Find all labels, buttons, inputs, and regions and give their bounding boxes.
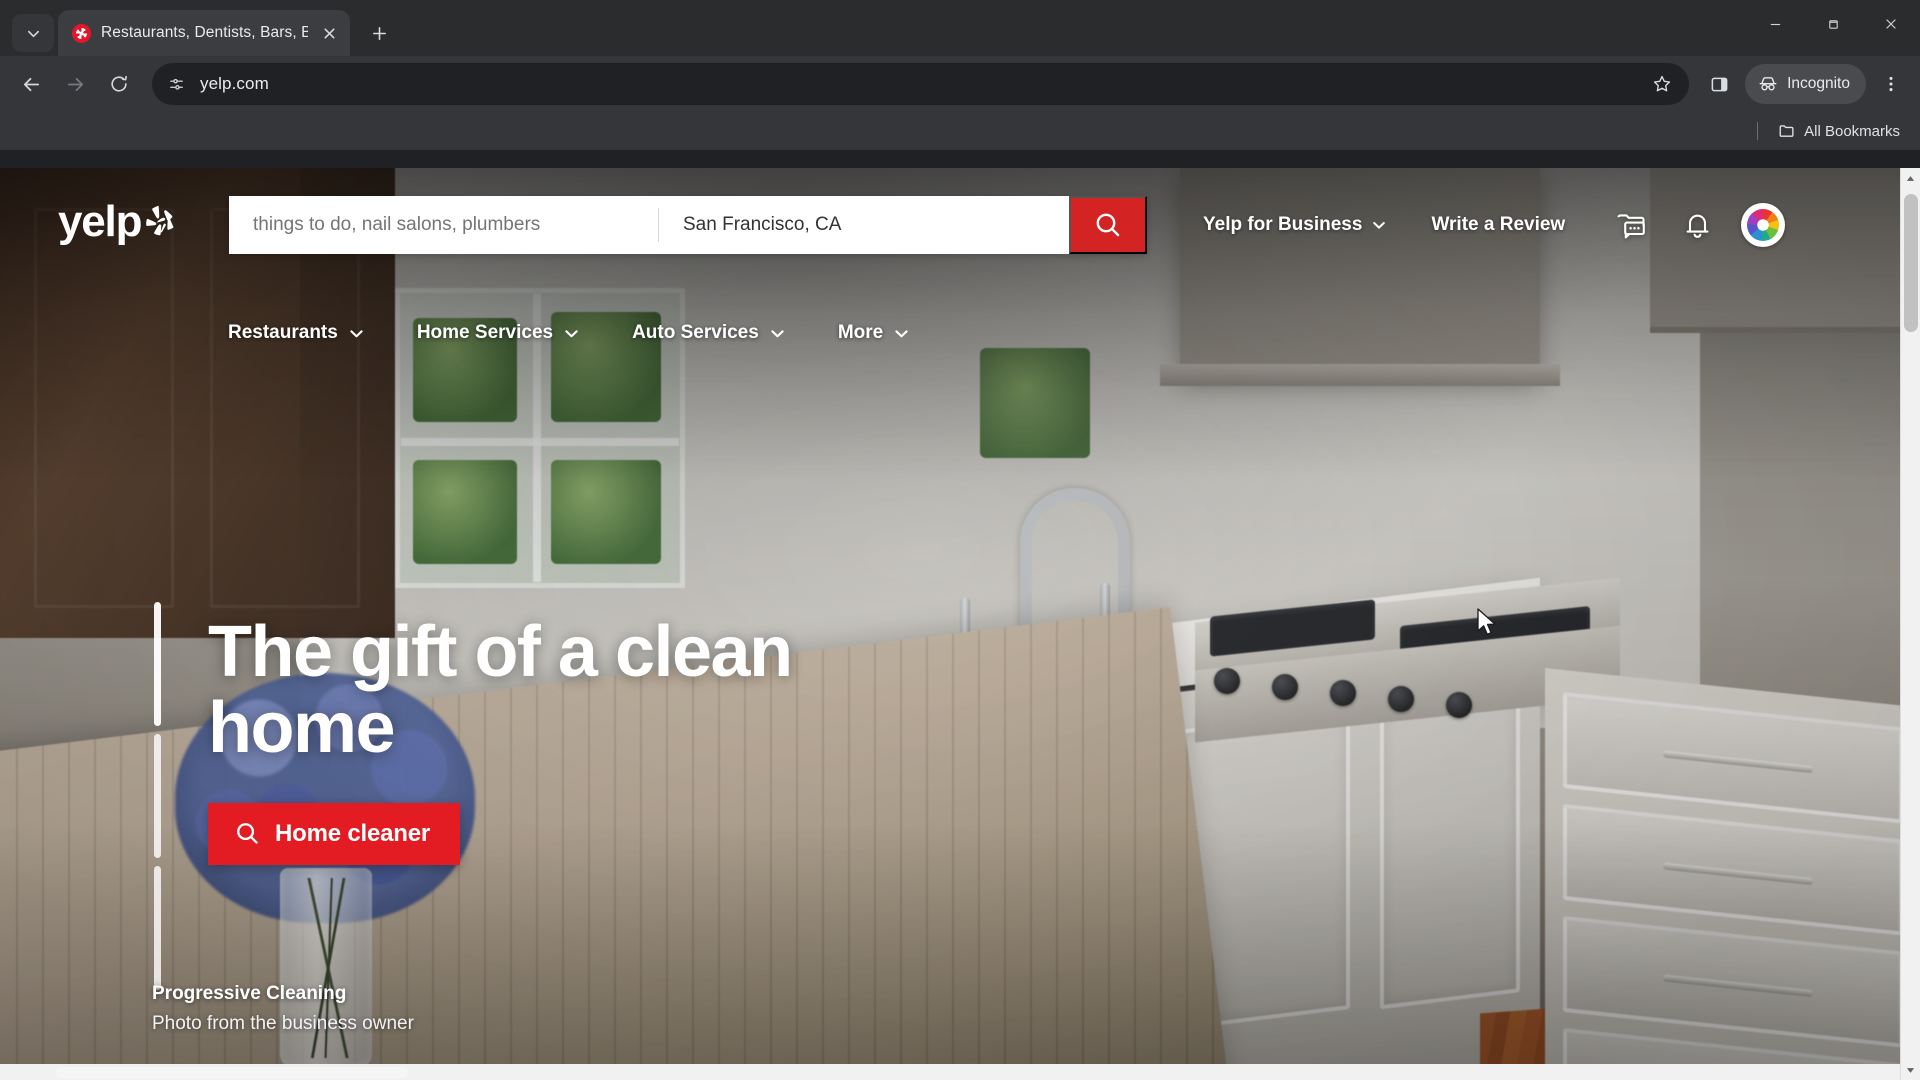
home-cleaner-cta-button[interactable]: Home cleaner [208,802,461,865]
bookmark-star-icon[interactable] [1645,67,1679,101]
window-controls [1746,0,1920,48]
carousel-indicator-3[interactable] [154,866,161,990]
home-cleaner-cta-label: Home cleaner [275,819,431,847]
horizontal-scrollbar-thumb[interactable] [56,1067,408,1078]
bookmarks-bar: All Bookmarks [0,112,1920,150]
category-home-services-label: Home Services [416,322,554,343]
incognito-label: Incognito [1787,75,1850,92]
notifications-bell-icon[interactable] [1675,203,1719,247]
browser-tab[interactable]: Restaurants, Dentists, Bars, Bea [58,10,350,56]
category-more-label: More [837,322,884,343]
incognito-indicator[interactable]: Incognito [1745,64,1866,104]
carousel-indicators [154,602,161,990]
category-home-services[interactable]: Home Services [417,322,580,344]
yelp-search-bar [229,196,1147,254]
attribution-source: Photo from the business owner [152,1012,414,1034]
search-find-field[interactable] [229,196,659,254]
yelp-burst-icon [146,205,174,236]
minimize-button[interactable] [1746,0,1804,48]
folder-icon [1779,125,1794,137]
nav-write-a-review[interactable]: Write a Review [1431,214,1565,236]
category-more[interactable]: More [838,322,910,344]
user-avatar[interactable] [1741,203,1786,247]
carousel-indicator-2[interactable] [154,734,161,858]
incognito-hat-icon [1759,77,1777,91]
search-submit-button[interactable] [1069,196,1147,254]
yelp-header-nav: Yelp for Business Write a Review [1203,196,1786,254]
site-settings-icon[interactable] [160,68,192,100]
search-icon [1096,213,1120,237]
yelp-site-header: yelp things to do, nail salons, plumbers… [0,168,1900,308]
vertical-scrollbar[interactable] [1900,168,1920,1080]
page-viewport: yelp things to do, nail salons, plumbers… [0,168,1920,1080]
scroll-down-icon[interactable] [1901,1060,1920,1080]
attribution-business-name: Progressive Cleaning [152,983,347,1005]
chevron-down-icon [895,329,908,337]
chevron-down-icon [350,329,363,337]
category-restaurants-label: Restaurants [228,322,338,343]
search-input[interactable] [253,214,659,236]
category-restaurants[interactable]: Restaurants [228,322,365,344]
close-window-button[interactable] [1862,0,1920,48]
chevron-down-icon [771,329,784,337]
messages-icon[interactable] [1609,203,1653,247]
search-icon [237,823,258,844]
hero-content: The gift of a clean home Home cleaner [208,614,848,865]
tab-strip: Restaurants, Dentists, Bars, Bea [0,0,1920,56]
address-bar[interactable]: yelp.com [152,63,1690,105]
new-tab-button[interactable] [362,16,396,50]
all-bookmarks-label: All Bookmarks [1804,122,1900,140]
yelp-favicon [72,23,91,43]
nav-yelp-for-business-label: Yelp for Business [1203,214,1363,235]
avatar-burst-icon [1747,209,1780,241]
hero-title: The gift of a clean home [208,612,793,769]
scroll-up-icon[interactable] [1901,168,1920,188]
bookmark-separator [1757,122,1759,140]
category-auto-services-label: Auto Services [632,322,759,343]
browser-toolbar: yelp.com Incognito [0,56,1920,112]
back-icon[interactable] [10,63,52,105]
close-icon[interactable] [318,22,340,44]
browser-window: Restaurants, Dentists, Bars, Bea yelp.co… [0,0,1920,1080]
nav-yelp-for-business[interactable]: Yelp for Business [1203,214,1387,236]
nav-write-a-review-label: Write a Review [1431,214,1566,235]
maximize-button[interactable] [1804,0,1862,48]
scrollbar-track[interactable] [1901,188,1920,1060]
forward-icon[interactable] [54,63,96,105]
chevron-down-icon [565,329,578,337]
url-text[interactable]: yelp.com [200,74,1645,94]
yelp-logo-text: yelp [58,197,142,246]
location-input[interactable] [683,214,1069,236]
horizontal-scrollbar[interactable] [0,1064,1900,1080]
carousel-indicator-1[interactable] [154,602,161,726]
yelp-logo[interactable]: yelp [58,196,174,248]
category-auto-services[interactable]: Auto Services [632,322,786,344]
all-bookmarks-button[interactable]: All Bookmarks [1772,118,1906,144]
reload-icon[interactable] [98,63,140,105]
category-nav: Restaurants Home Services Auto Services … [0,308,1900,358]
search-location-field[interactable] [659,196,1069,254]
scrollbar-thumb[interactable] [1903,194,1918,332]
mouse-cursor [1476,608,1500,645]
browser-menu-icon[interactable] [1872,64,1910,104]
side-panel-icon[interactable] [1699,64,1739,104]
chevron-down-icon [1373,222,1386,229]
photo-attribution: Progressive Cleaning Photo from the busi… [152,979,414,1038]
tab-title: Restaurants, Dentists, Bars, Bea [101,24,308,41]
tab-search-button[interactable] [12,14,54,52]
